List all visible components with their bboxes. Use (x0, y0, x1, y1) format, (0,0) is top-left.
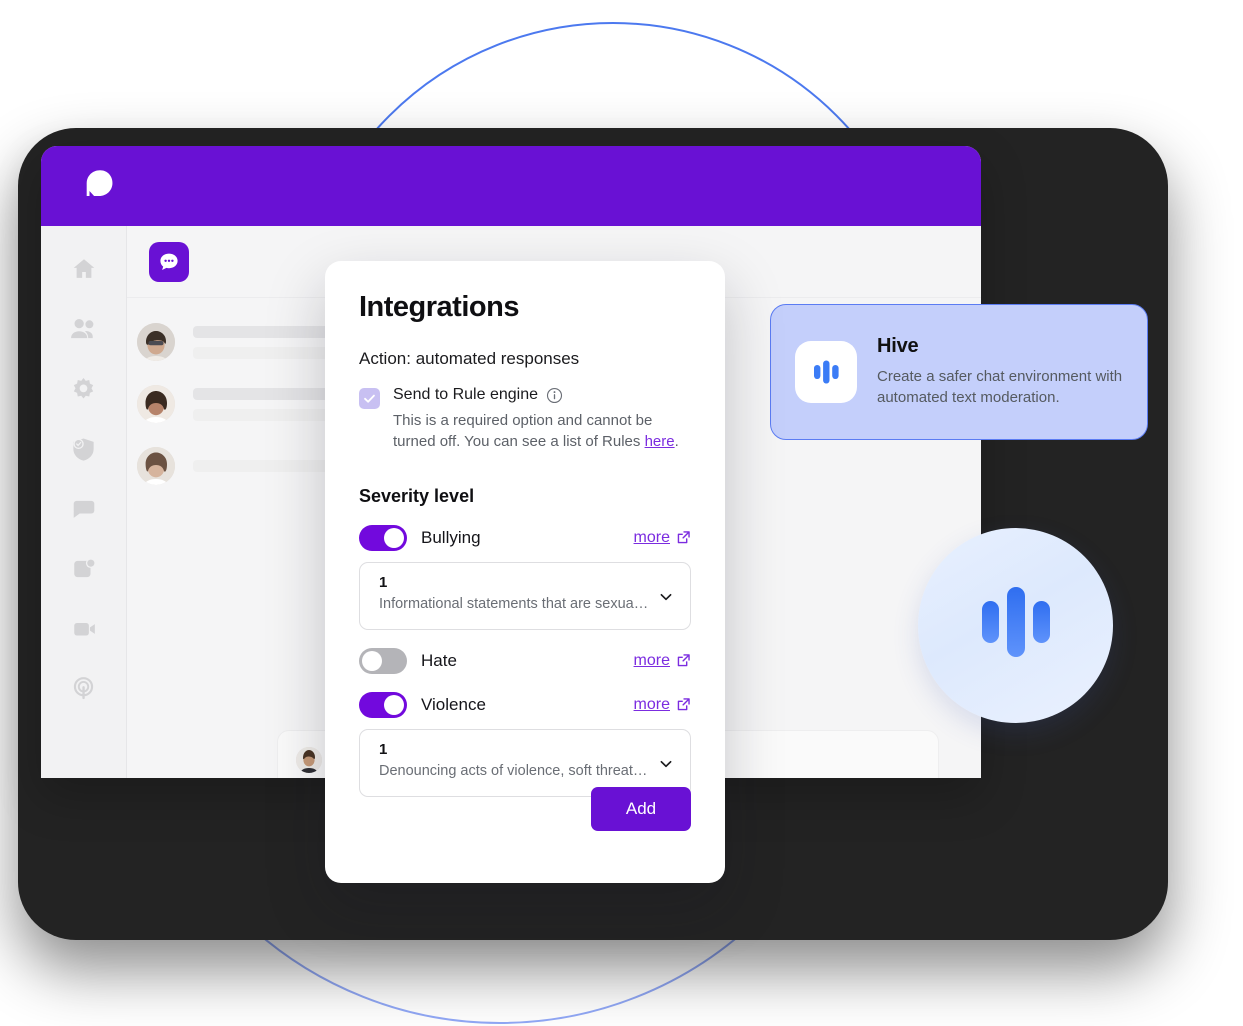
select-description: Informational statements that are sexual… (379, 595, 650, 612)
sidebar-item-chat[interactable] (62, 492, 106, 526)
required-option-texts: Send to Rule engine This is a required o… (393, 386, 691, 453)
chat-bubble-icon (71, 496, 97, 522)
sidebar-item-media[interactable] (62, 552, 106, 586)
avatar (137, 323, 175, 361)
app-header (41, 146, 981, 226)
hive-badge (918, 528, 1113, 723)
external-link-icon (676, 697, 691, 712)
hive-logo-icon (795, 341, 857, 403)
avatar (137, 385, 175, 423)
check-icon (364, 394, 375, 403)
required-option-description: This is a required option and cannot be … (393, 410, 691, 453)
severity-row-violence: Violence more (359, 691, 691, 718)
required-option-row: Send to Rule engine This is a required o… (359, 386, 691, 453)
chevron-down-icon (658, 756, 674, 772)
toggle-violence[interactable] (359, 691, 407, 718)
sidebar-item-video[interactable] (62, 612, 106, 646)
toggle-knob (362, 650, 382, 671)
toggle-hate[interactable] (359, 647, 407, 674)
required-option-label: Send to Rule engine (393, 386, 538, 403)
required-option-title-row: Send to Rule engine (393, 386, 691, 404)
more-link-hate[interactable]: more (634, 652, 691, 670)
more-label: more (633, 528, 670, 546)
required-description-after: . (674, 433, 679, 451)
hive-integration-card[interactable]: Hive Create a safer chat environment wit… (770, 304, 1148, 440)
severity-row-hate: Hate more (359, 647, 691, 674)
page-title: Integrations (359, 291, 519, 323)
select-value: 1 (379, 740, 388, 758)
sidebar-item-home[interactable] (62, 252, 106, 286)
shield-check-icon (70, 436, 97, 463)
toggle-bullying[interactable] (359, 524, 407, 551)
external-link-icon (676, 530, 691, 545)
more-link-bullying[interactable]: more (634, 529, 691, 547)
select-description: Denouncing acts of violence, soft threat… (379, 762, 650, 779)
more-link-violence[interactable]: more (634, 696, 691, 714)
home-icon (71, 256, 97, 282)
required-description-before: This is a required option and cannot be … (393, 412, 653, 451)
gear-icon (70, 376, 97, 403)
avatar (137, 447, 175, 485)
severity-name: Bullying (421, 527, 481, 547)
hive-card-description: Create a safer chat environment with aut… (877, 368, 1123, 406)
media-icon (71, 556, 97, 582)
hive-card-text: Hive Create a safer chat environment wit… (877, 335, 1123, 408)
integrations-modal: Integrations Action: automated responses… (325, 261, 725, 883)
toggle-knob (384, 527, 404, 548)
select-value: 1 (379, 573, 388, 591)
info-icon[interactable] (546, 387, 563, 404)
severity-select-bullying[interactable]: 1 Informational statements that are sexu… (359, 561, 691, 630)
severity-name: Violence (421, 694, 486, 714)
severity-row-bullying: Bullying more (359, 524, 691, 551)
severity-level-heading: Severity level (359, 485, 475, 506)
severity-name: Hate (421, 650, 457, 670)
chat-dots-icon[interactable] (149, 241, 189, 282)
speech-bubble-logo-icon (85, 168, 121, 204)
sidebar-item-settings[interactable] (62, 372, 106, 406)
avatar (296, 747, 322, 773)
add-button[interactable]: Add (591, 787, 691, 831)
screenshot-stage: Hive Create a safer chat environment wit… (0, 0, 1243, 1026)
hive-logo-icon (981, 586, 1050, 657)
video-camera-icon (71, 616, 97, 642)
sidebar-item-moderation[interactable] (62, 432, 106, 466)
rules-link[interactable]: here (645, 433, 675, 450)
action-label: Action: automated responses (359, 349, 580, 368)
people-icon (70, 315, 98, 343)
sidebar-item-users[interactable] (62, 312, 106, 346)
chevron-down-icon (658, 589, 674, 605)
more-label: more (633, 651, 670, 669)
send-to-rule-engine-checkbox[interactable] (359, 388, 380, 409)
external-link-icon (676, 653, 691, 668)
hive-card-title: Hive (877, 335, 919, 358)
sidebar-item-broadcast[interactable] (62, 672, 106, 706)
broadcast-icon (70, 676, 97, 703)
more-label: more (633, 695, 670, 713)
sidebar (41, 226, 127, 778)
toggle-knob (384, 694, 404, 715)
